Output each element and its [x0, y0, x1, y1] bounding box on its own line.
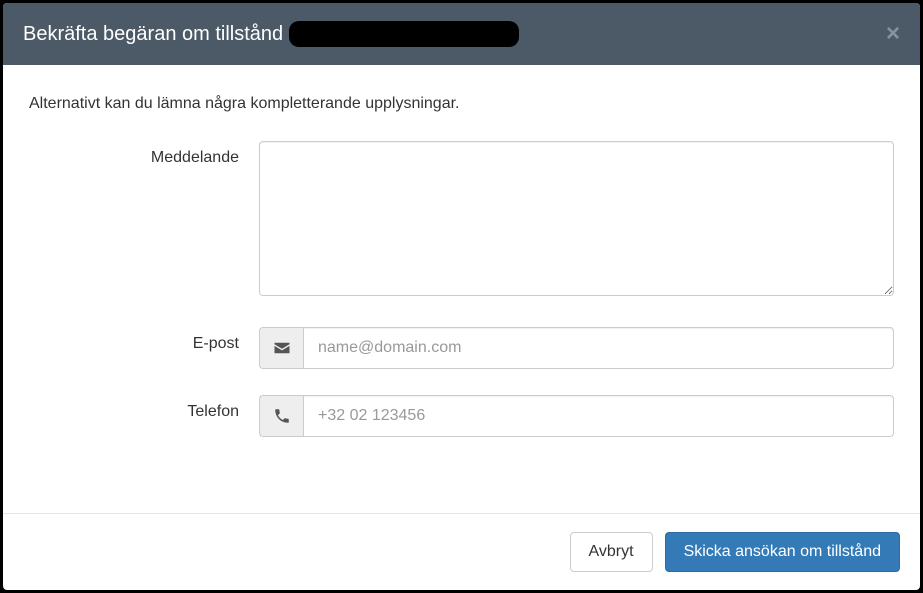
phone-field[interactable]	[303, 395, 894, 437]
modal-header: Bekräfta begäran om tillstånd ×	[3, 3, 920, 65]
envelope-icon	[259, 327, 303, 369]
message-label: Meddelande	[29, 141, 259, 167]
phone-wrap	[259, 395, 894, 437]
message-textarea[interactable]	[259, 141, 894, 296]
intro-text: Alternativt kan du lämna några komplette…	[29, 95, 894, 113]
message-row: Meddelande	[29, 141, 894, 301]
email-wrap	[259, 327, 894, 369]
message-wrap	[259, 141, 894, 301]
modal-title: Bekräfta begäran om tillstånd	[23, 23, 283, 46]
phone-row: Telefon	[29, 395, 894, 437]
redacted-text	[289, 21, 519, 47]
email-row: E-post	[29, 327, 894, 369]
confirm-permission-modal: Bekräfta begäran om tillstånd × Alternat…	[3, 3, 920, 590]
modal-footer: Avbryt Skicka ansökan om tillstånd	[3, 513, 920, 590]
modal-title-wrap: Bekräfta begäran om tillstånd	[23, 21, 519, 47]
email-label: E-post	[29, 327, 259, 353]
cancel-button[interactable]: Avbryt	[570, 532, 653, 572]
phone-label: Telefon	[29, 395, 259, 421]
email-input-group	[259, 327, 894, 369]
close-icon: ×	[886, 20, 900, 47]
phone-icon	[259, 395, 303, 437]
close-button[interactable]: ×	[886, 22, 900, 46]
email-field[interactable]	[303, 327, 894, 369]
phone-input-group	[259, 395, 894, 437]
submit-button[interactable]: Skicka ansökan om tillstånd	[665, 532, 900, 572]
modal-body: Alternativt kan du lämna några komplette…	[3, 65, 920, 513]
